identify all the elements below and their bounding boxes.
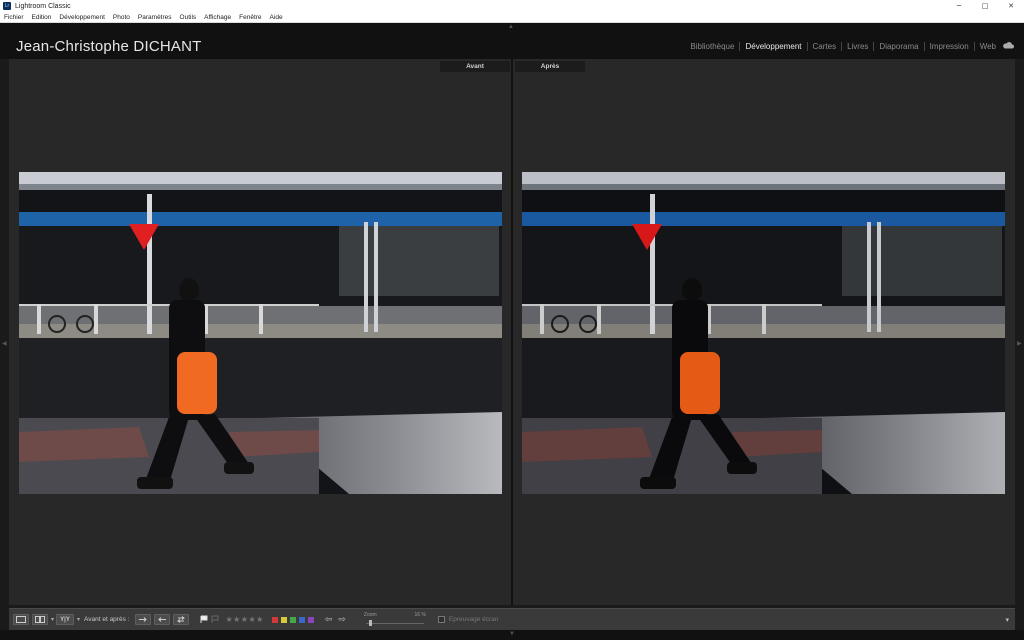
- window-controls: ─ □ ✕: [946, 0, 1024, 12]
- minimize-icon[interactable]: ─: [946, 0, 972, 12]
- after-pane-label: Après: [515, 61, 585, 72]
- module-picker: Bibliothèque Développement Cartes Livres…: [690, 42, 996, 51]
- menu-affichage[interactable]: Affichage: [204, 14, 231, 21]
- xy-view-button[interactable]: [32, 614, 48, 625]
- copy-right-icon: [139, 617, 148, 622]
- module-developpement[interactable]: Développement: [745, 42, 801, 51]
- module-separator: [873, 42, 875, 51]
- module-header: ▲ Jean-Christophe DICHANT Bibliothèque D…: [0, 23, 1024, 59]
- zoom-value: 16 %: [414, 611, 426, 618]
- photo-after-image: [522, 172, 1005, 494]
- menu-developpement[interactable]: Développement: [59, 14, 105, 21]
- identity-plate: Jean-Christophe DICHANT: [16, 38, 202, 55]
- before-pane-label: Avant: [440, 61, 510, 72]
- zoom-slider[interactable]: Zoom 16 %: [362, 611, 428, 629]
- swap-icon: [177, 616, 186, 623]
- right-panel-toggle-icon[interactable]: ▶: [1017, 340, 1022, 347]
- module-web[interactable]: Web: [980, 42, 996, 51]
- photo-before-image: [19, 172, 502, 494]
- flag-pick-icon[interactable]: [200, 615, 208, 624]
- toolbar-options-chevron-icon[interactable]: ▾: [1005, 616, 1009, 624]
- module-livres[interactable]: Livres: [847, 42, 868, 51]
- menu-photo[interactable]: Photo: [113, 14, 130, 21]
- window-title: Lightroom Classic: [15, 2, 71, 10]
- zoom-label: Zoom: [363, 611, 377, 618]
- maximize-icon[interactable]: □: [972, 0, 998, 12]
- module-cartes[interactable]: Cartes: [813, 42, 837, 51]
- zoom-thumb[interactable]: [368, 619, 372, 626]
- menu-edition[interactable]: Edition: [32, 14, 52, 21]
- color-label-blue[interactable]: [298, 616, 305, 623]
- color-label-red[interactable]: [271, 616, 278, 623]
- lightroom-app-icon: Lr: [3, 2, 11, 10]
- left-panel-toggle-icon[interactable]: ◀: [2, 340, 7, 347]
- soft-proofing-checkbox[interactable]: [437, 616, 445, 623]
- before-after-label: Avant et après :: [84, 616, 130, 623]
- window-title-bar: Lr Lightroom Classic ─ □ ✕: [0, 0, 1024, 12]
- next-photo-icon[interactable]: ⇨: [338, 614, 346, 625]
- color-label-purple[interactable]: [307, 616, 314, 623]
- menu-aide[interactable]: Aide: [270, 14, 283, 21]
- rating-stars[interactable]: ★★★★★: [225, 615, 263, 624]
- module-separator: [739, 42, 741, 51]
- copy-after-to-before-button[interactable]: [154, 614, 171, 625]
- color-label-yellow[interactable]: [280, 616, 287, 623]
- module-separator: [973, 42, 975, 51]
- module-diaporama[interactable]: Diaporama: [879, 42, 918, 51]
- menu-parametres[interactable]: Paramètres: [138, 14, 172, 21]
- bottom-toolbar: ▾ Y|Y ▾ Avant et après : ★★★★★ ⇦ ⇨ Zoom …: [9, 608, 1015, 630]
- filmstrip-toggle-icon[interactable]: ▼: [509, 631, 515, 637]
- zoom-track[interactable]: [365, 622, 424, 624]
- yy-menu-chevron-icon[interactable]: ▾: [77, 616, 80, 623]
- previous-photo-icon[interactable]: ⇦: [325, 614, 333, 625]
- copy-before-to-after-button[interactable]: [135, 614, 152, 625]
- menu-bar: Fichier Edition Développement Photo Para…: [0, 12, 1024, 23]
- yy-view-button[interactable]: Y|Y: [56, 614, 75, 625]
- menu-fenetre[interactable]: Fenêtre: [239, 14, 261, 21]
- cloud-sync-icon[interactable]: [1002, 41, 1014, 49]
- view-menu-chevron-icon[interactable]: ▾: [51, 616, 54, 623]
- flag-reject-icon[interactable]: [211, 615, 219, 624]
- before-photo[interactable]: [19, 172, 502, 494]
- module-impression[interactable]: Impression: [930, 42, 969, 51]
- after-photo[interactable]: [522, 172, 1005, 494]
- module-separator: [923, 42, 925, 51]
- soft-proofing-label: Epreuvage écran: [448, 616, 499, 623]
- menu-fichier[interactable]: Fichier: [4, 14, 24, 21]
- loupe-view-button[interactable]: [13, 614, 29, 625]
- module-bibliotheque[interactable]: Bibliothèque: [690, 42, 734, 51]
- pane-divider: [511, 59, 513, 605]
- copy-left-icon: [158, 617, 167, 622]
- swap-before-after-button[interactable]: [173, 614, 190, 625]
- module-separator: [841, 42, 843, 51]
- module-separator: [806, 42, 808, 51]
- color-label-green[interactable]: [289, 616, 296, 623]
- side-by-side-icon: [35, 616, 45, 623]
- close-icon[interactable]: ✕: [998, 0, 1024, 12]
- top-panel-toggle-icon[interactable]: ▲: [508, 24, 514, 30]
- menu-outils[interactable]: Outils: [180, 14, 197, 21]
- loupe-icon: [16, 616, 26, 623]
